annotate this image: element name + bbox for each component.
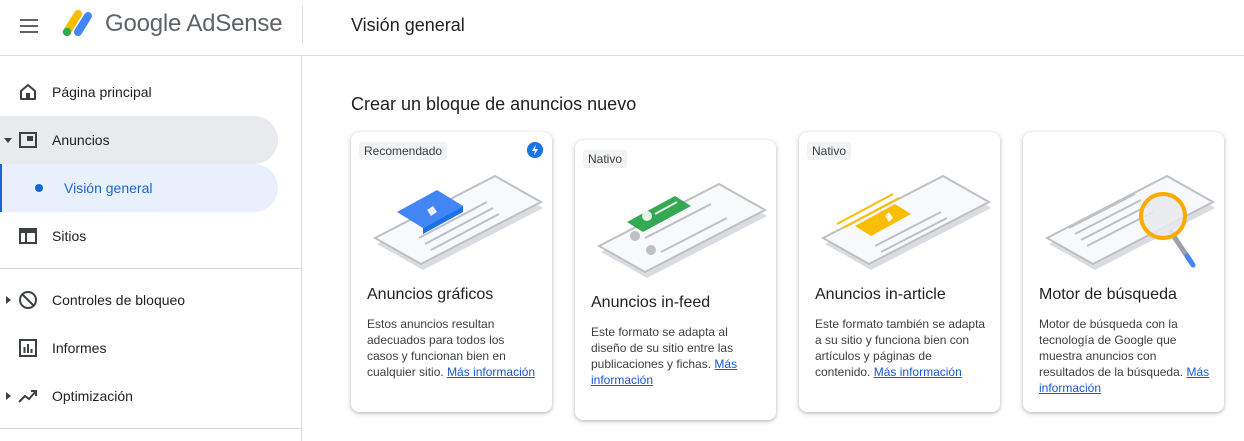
sidebar-item-blocking-controls[interactable]: Controles de bloqueo [0, 276, 278, 324]
adsense-logo-icon [62, 10, 92, 37]
header-divider [302, 6, 303, 44]
card-title: Motor de búsqueda [1039, 286, 1177, 303]
in-feed-ads-illustration [596, 182, 767, 278]
sidebar-item-label: Página principal [52, 84, 152, 100]
trending-up-icon [18, 390, 37, 403]
sites-icon [19, 228, 37, 244]
sidebar: Página principal Anuncios Visión general… [0, 56, 302, 441]
sidebar-item-optimization[interactable]: Optimización [0, 372, 278, 420]
top-bar: Google AdSense Visión general [0, 0, 1244, 56]
bolt-icon [527, 142, 543, 158]
more-info-link[interactable]: Más información [447, 365, 535, 379]
block-icon [19, 291, 37, 309]
card-title: Anuncios in-article [815, 286, 946, 303]
caret-down-icon[interactable] [4, 138, 12, 143]
sidebar-item-label: Controles de bloqueo [52, 292, 186, 308]
ads-icon [19, 132, 37, 148]
active-indicator [0, 164, 2, 212]
card-description: Motor de búsqueda con la tecnología de G… [1039, 316, 1211, 396]
sidebar-divider [0, 428, 302, 429]
brand-name[interactable]: Google AdSense [105, 10, 283, 38]
sidebar-item-reports[interactable]: Informes [0, 324, 278, 372]
caret-right-icon[interactable] [6, 296, 11, 304]
sidebar-item-overview[interactable]: Visión general [0, 164, 278, 212]
home-icon [20, 84, 36, 100]
badge-recommended: Recomendado [359, 142, 448, 160]
card-description-text: Este formato se adapta al diseño de su s… [591, 325, 734, 371]
card-display-ads[interactable]: Recomendado Anuncios gráficos Estos anun… [351, 132, 552, 412]
card-search-engine[interactable]: Motor de búsqueda Motor de búsqueda con … [1023, 132, 1224, 412]
search-engine-illustration [1044, 174, 1215, 270]
card-description-text: Motor de búsqueda con la tecnología de G… [1039, 317, 1184, 379]
sidebar-item-label: Visión general [64, 180, 153, 196]
section-title: Crear un bloque de anuncios nuevo [351, 94, 637, 114]
sidebar-item-sites[interactable]: Sitios [0, 212, 278, 260]
caret-right-icon[interactable] [6, 392, 11, 400]
badge-native: Nativo [583, 150, 628, 168]
card-description: Este formato se adapta al diseño de su s… [591, 324, 763, 388]
reports-icon [19, 339, 37, 357]
sidebar-item-label: Optimización [52, 388, 133, 404]
display-ads-illustration [372, 174, 543, 270]
menu-icon[interactable] [16, 12, 44, 40]
in-article-ads-illustration [820, 174, 991, 270]
sidebar-item-home[interactable]: Página principal [0, 68, 278, 116]
sidebar-item-label: Sitios [52, 228, 87, 244]
sidebar-item-label: Anuncios [52, 132, 110, 148]
badge-native: Nativo [807, 142, 852, 160]
card-description: Estos anuncios resultan adecuados para t… [367, 316, 539, 380]
sidebar-divider [0, 268, 302, 269]
card-title: Anuncios gráficos [367, 286, 494, 303]
card-description: Este formato también se adapta a su siti… [815, 316, 987, 380]
sidebar-item-label: Informes [52, 340, 107, 356]
card-in-feed-ads[interactable]: Nativo Anuncios in-feed Este formato se … [575, 140, 776, 420]
card-title: Anuncios in-feed [591, 294, 711, 311]
card-in-article-ads[interactable]: Nativo Anuncios in-article Este formato … [799, 132, 1000, 412]
active-dot-icon [35, 184, 43, 192]
more-info-link[interactable]: Más información [874, 365, 962, 379]
page-title: Visión general [351, 15, 465, 35]
sidebar-item-ads[interactable]: Anuncios [0, 116, 278, 164]
